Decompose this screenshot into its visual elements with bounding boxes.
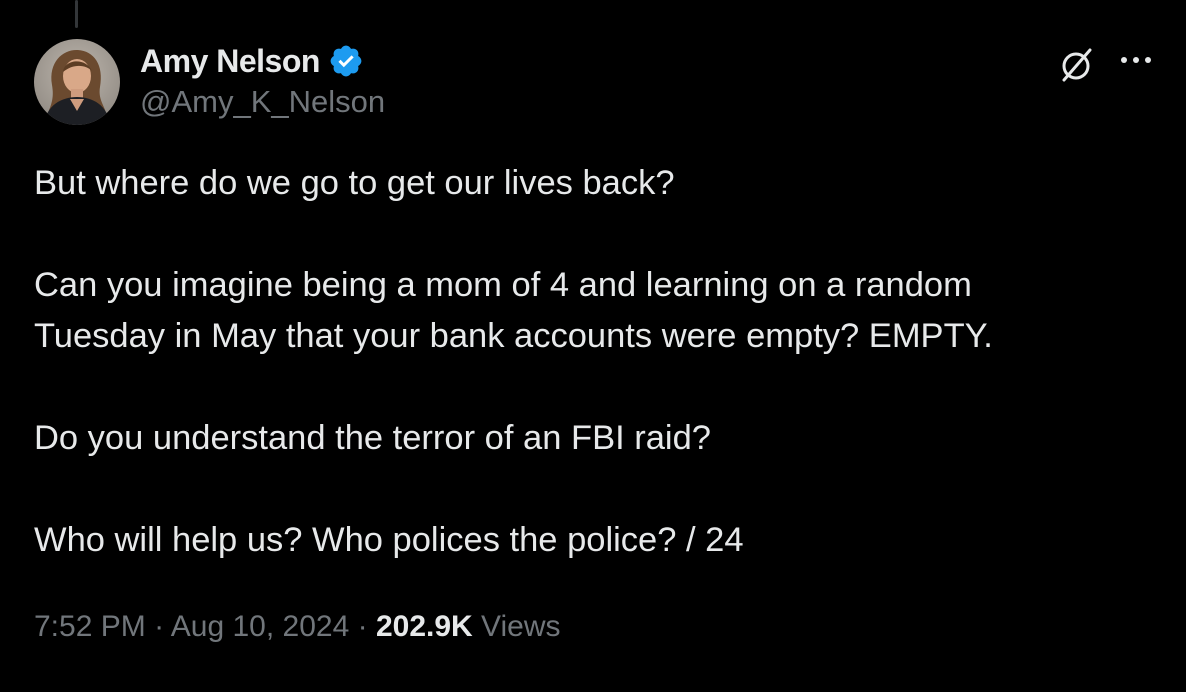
- tweet-line: Do you understand the terror of an FBI r…: [34, 419, 711, 457]
- avatar-image: [34, 39, 120, 125]
- views-label[interactable]: Views: [481, 610, 560, 643]
- tweet-line: Can you imagine being a mom of 4 and lea…: [34, 266, 972, 304]
- author-display-name[interactable]: Amy Nelson: [140, 43, 320, 80]
- tweet-date[interactable]: Aug 10, 2024: [171, 610, 350, 643]
- tweet-line: Tuesday in May that your bank accounts w…: [34, 317, 993, 355]
- meta-separator: ·: [357, 610, 368, 643]
- thread-connector-line: [75, 0, 78, 28]
- tweet-line: But where do we go to get our lives back…: [34, 164, 675, 202]
- tweet-text: But where do we go to get our lives back…: [34, 158, 1154, 566]
- verified-badge-icon[interactable]: [328, 43, 364, 79]
- grok-icon[interactable]: [1056, 44, 1098, 86]
- more-options-icon[interactable]: [1118, 48, 1154, 72]
- author-block: Amy Nelson @Amy_K_Nelson: [140, 40, 385, 120]
- tweet-metadata: 7:52 PM · Aug 10, 2024 · 202.9K Views: [34, 610, 561, 644]
- avatar[interactable]: [34, 39, 120, 125]
- tweet-line: Who will help us? Who polices the police…: [34, 521, 744, 559]
- author-name-row: Amy Nelson: [140, 40, 385, 82]
- views-count[interactable]: 202.9K: [376, 610, 473, 643]
- author-handle[interactable]: @Amy_K_Nelson: [140, 84, 385, 120]
- tweet-time[interactable]: 7:52 PM: [34, 610, 146, 643]
- meta-separator: ·: [154, 610, 165, 643]
